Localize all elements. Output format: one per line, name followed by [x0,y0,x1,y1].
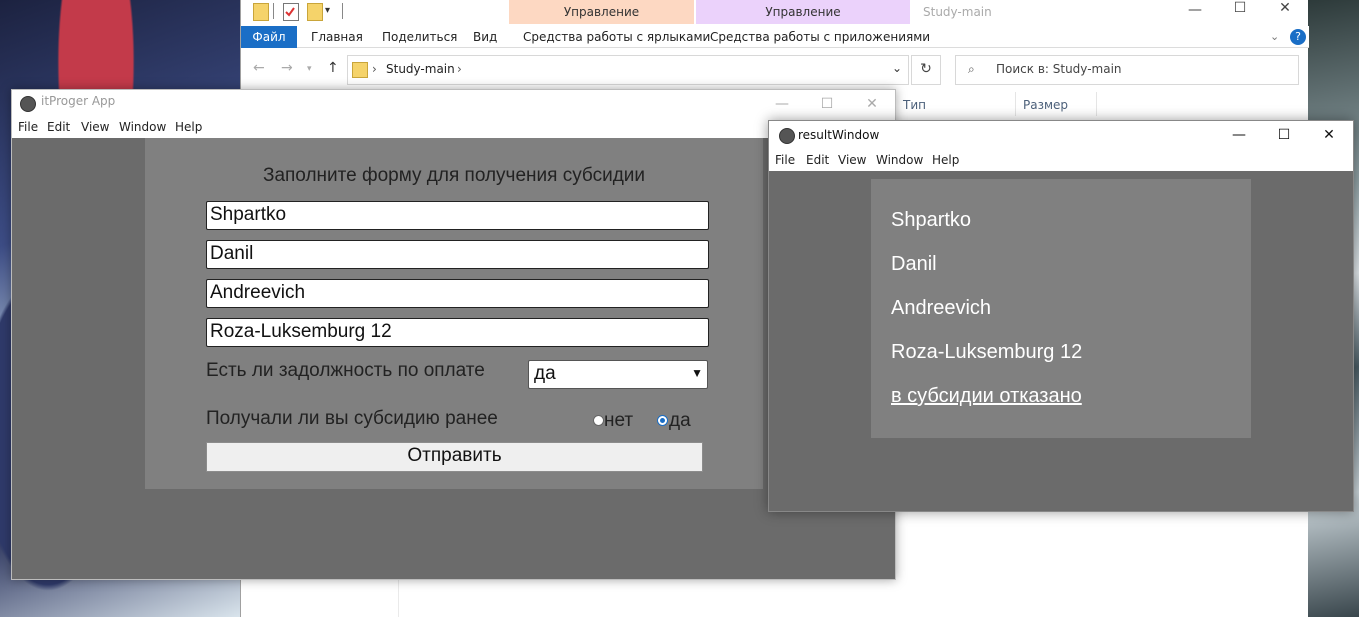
window-title: resultWindow [798,128,880,142]
radio-yes-label: да [669,410,691,431]
breadcrumb-separator-icon: › [457,62,462,76]
form-title: Заполните форму для получения субсидии [262,165,646,186]
name-input[interactable]: Danil [206,240,709,269]
ribbon-tabs: Главная Поделиться Вид Средства работы с… [241,26,1309,48]
window-title: Study-main [923,5,992,19]
surname-input[interactable]: Shpartko [206,201,709,230]
search-input[interactable]: ⌕ Поиск в: Study-main [955,55,1299,85]
context-group-shortcut: Управление [509,0,694,24]
electron-logo-icon [779,128,795,144]
result-name: Danil [891,253,937,275]
result-verdict-link[interactable]: в субсидии отказано [891,385,1082,408]
tab-application-tools[interactable]: Средства работы с приложениями [710,26,930,48]
menu-window[interactable]: Window [119,120,166,134]
result-patronymic: Andreevich [891,297,992,319]
chevron-down-icon[interactable]: ⌄ [1270,26,1279,48]
result-window: resultWindow — ☐ ✕ File Edit View Window… [768,120,1354,512]
column-divider [1096,92,1097,116]
window-title: itProger App [41,94,116,108]
address-bar[interactable]: › Study-main › ⌄ [347,55,909,85]
result-address: Roza-Luksemburg 12 [891,341,1083,363]
maximize-button[interactable]: ☐ [804,90,850,118]
up-arrow-icon[interactable]: ↑ [327,60,339,76]
result-panel: Shpartko Danil Andreevich Roza-Luksembur… [871,179,1251,438]
recent-locations-icon[interactable]: ▾ [307,64,312,74]
toolbar-separator [342,3,343,19]
radio-no[interactable] [593,415,604,426]
maximize-button[interactable]: ☐ [1261,121,1307,149]
folder-icon [352,62,368,78]
patronymic-input[interactable]: Andreevich [206,279,709,308]
maximize-button[interactable]: ☐ [1217,0,1263,16]
menu-edit[interactable]: Edit [806,153,829,167]
refresh-button[interactable]: ↻ [911,55,941,85]
result-surname: Shpartko [891,209,972,231]
app-content: Заполните форму для получения субсидии S… [12,138,895,579]
menu-bar: File Edit View Window Help [769,149,1353,171]
chevron-down-icon: ▼ [691,366,703,380]
tab-home[interactable]: Главная [311,26,363,48]
address-input[interactable]: Roza-Luksemburg 12 [206,318,709,347]
electron-logo-icon [20,96,36,112]
tab-view[interactable]: Вид [473,26,497,48]
column-header-size[interactable]: Размер [1023,96,1068,114]
forward-arrow-icon[interactable]: → [281,60,293,76]
menu-edit[interactable]: Edit [47,120,70,134]
menu-file[interactable]: File [775,153,795,167]
title-bar: resultWindow — ☐ ✕ [769,121,1353,149]
minimize-button[interactable]: — [1172,2,1218,18]
column-header-type[interactable]: Тип [903,96,926,114]
search-placeholder: Поиск в: Study-main [996,62,1122,76]
address-row: ← → ▾ ↑ › Study-main › ⌄ ↻ ⌕ Поиск в: St… [241,52,1309,86]
menu-help[interactable]: Help [175,120,202,134]
context-group-application: Управление [696,0,910,24]
submit-button[interactable]: Отправить [206,442,703,472]
itproger-app-window: itProger App — ☐ ✕ File Edit View Window… [11,89,896,580]
tab-shortcut-tools[interactable]: Средства работы с ярлыками [523,26,710,48]
toolbar-separator [273,3,274,19]
subsidy-form: Заполните форму для получения субсидии S… [145,138,763,489]
chevron-down-icon[interactable]: ⌄ [892,61,902,75]
minimize-button[interactable]: — [759,90,805,118]
menu-file[interactable]: File [18,120,38,134]
result-content: Shpartko Danil Andreevich Roza-Luksembur… [769,171,1353,511]
new-folder-icon[interactable] [307,3,323,21]
back-arrow-icon[interactable]: ← [253,60,265,76]
quick-access-toolbar: ▾ [241,0,509,26]
radio-no-label: нет [604,410,634,431]
menu-view[interactable]: View [838,153,866,167]
close-button[interactable]: ✕ [849,90,895,118]
debt-label: Есть ли задолжность по оплате [206,360,485,381]
breadcrumb[interactable]: Study-main [386,62,455,76]
menu-bar: File Edit View Window Help [12,116,895,138]
title-bar: itProger App — ☐ ✕ [12,90,895,116]
folder-icon[interactable] [253,3,269,21]
menu-view[interactable]: View [81,120,109,134]
debt-select[interactable]: да ▼ [528,360,708,389]
tab-file[interactable]: Файл [241,26,297,48]
minimize-button[interactable]: — [1216,121,1262,149]
customize-toolbar-icon[interactable]: ▾ [325,3,339,19]
search-icon: ⌕ [968,62,975,76]
close-button[interactable]: ✕ [1262,0,1308,16]
radio-yes[interactable] [657,415,668,426]
prior-subsidy-label: Получали ли вы субсидию ранее [206,408,498,429]
column-divider [1015,92,1016,116]
close-button[interactable]: ✕ [1306,121,1352,149]
menu-help[interactable]: Help [932,153,959,167]
breadcrumb-separator-icon: › [372,62,377,76]
properties-icon[interactable] [283,3,299,21]
help-icon[interactable]: ? [1290,29,1306,45]
menu-window[interactable]: Window [876,153,923,167]
tab-share[interactable]: Поделиться [382,26,457,48]
debt-select-value: да [534,363,556,384]
